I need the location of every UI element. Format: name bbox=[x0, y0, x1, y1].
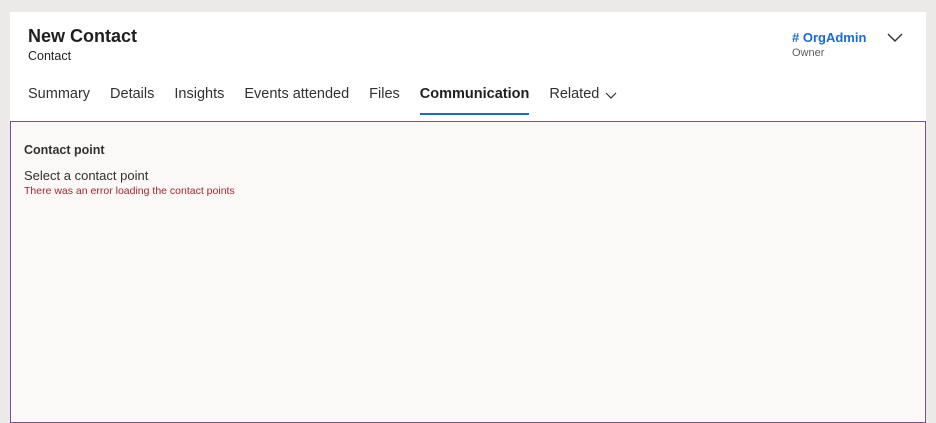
tab-details[interactable]: Details bbox=[102, 82, 162, 116]
owner-label: Owner bbox=[792, 47, 825, 59]
record-entity-type: Contact bbox=[28, 49, 72, 63]
tab-bar: Summary Details Insights Events attended… bbox=[20, 82, 629, 118]
contact-point-select[interactable]: Select a contact point bbox=[24, 168, 148, 183]
chevron-down-icon bbox=[887, 33, 903, 42]
tab-files[interactable]: Files bbox=[361, 82, 408, 116]
header-expand-button[interactable] bbox=[882, 28, 908, 50]
chevron-down-icon bbox=[605, 92, 617, 99]
record-title: New Contact bbox=[28, 26, 138, 46]
owner-link[interactable]: # OrgAdmin bbox=[792, 30, 866, 45]
error-message: There was an error loading the contact p… bbox=[24, 185, 235, 197]
tab-label: Summary bbox=[28, 86, 91, 102]
tab-label: Related bbox=[549, 86, 600, 102]
tab-label: Details bbox=[110, 86, 155, 102]
communication-panel: Contact point Select a contact point The… bbox=[10, 121, 926, 423]
section-label: Contact point bbox=[24, 143, 105, 157]
tab-label: Insights bbox=[174, 86, 225, 102]
tab-related[interactable]: Related bbox=[541, 82, 625, 116]
tab-insights[interactable]: Insights bbox=[166, 82, 232, 116]
tab-events-attended[interactable]: Events attended bbox=[236, 82, 357, 116]
tab-label: Files bbox=[369, 86, 400, 102]
tab-communication[interactable]: Communication bbox=[412, 82, 538, 116]
record-header: New Contact Contact # OrgAdmin Owner Sum… bbox=[10, 12, 926, 121]
tab-label: Events attended bbox=[244, 86, 350, 102]
tab-summary[interactable]: Summary bbox=[20, 82, 98, 116]
tab-label: Communication bbox=[419, 86, 530, 102]
